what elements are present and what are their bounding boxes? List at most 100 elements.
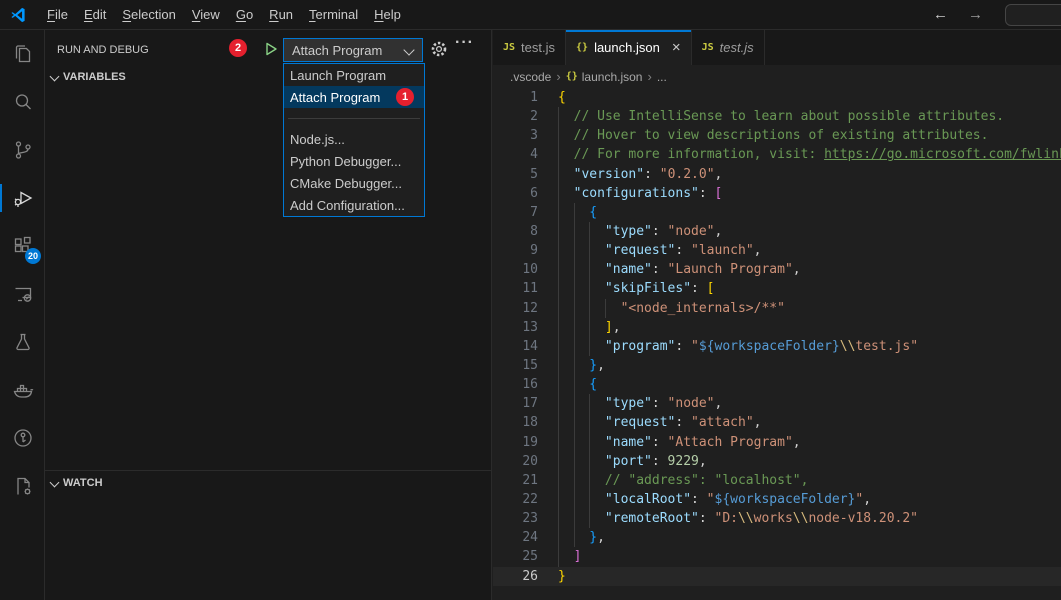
- close-icon[interactable]: ×: [672, 40, 681, 55]
- code-line[interactable]: 19 "name": "Attach Program",: [493, 433, 1061, 452]
- sidebar-item-run-and-debug[interactable]: [0, 174, 45, 222]
- code-line[interactable]: 13 ],: [493, 318, 1061, 337]
- code-line[interactable]: 16 {: [493, 375, 1061, 394]
- menu-edit[interactable]: Edit: [76, 4, 114, 25]
- line-number[interactable]: 15: [493, 356, 538, 375]
- sidebar-item-extensions[interactable]: 20: [0, 222, 45, 270]
- watch-section-header[interactable]: WATCH: [49, 477, 103, 489]
- sidebar-item-gitlens[interactable]: [0, 414, 45, 462]
- line-number[interactable]: 9: [493, 241, 538, 260]
- menu-go[interactable]: Go: [228, 4, 261, 25]
- menu-file[interactable]: File: [39, 4, 76, 25]
- code-text: "remoteRoot": "D:\\works\\node-v18.20.2": [558, 509, 918, 528]
- code-line[interactable]: 7 {: [493, 203, 1061, 222]
- dropdown-item[interactable]: Add Configuration...: [284, 194, 424, 216]
- line-number[interactable]: 11: [493, 279, 538, 298]
- code-line[interactable]: 9 "request": "launch",: [493, 241, 1061, 260]
- debug-configuration-select[interactable]: Attach Program: [283, 38, 423, 62]
- line-number[interactable]: 21: [493, 471, 538, 490]
- tab-test.js[interactable]: JStest.js: [493, 30, 566, 65]
- sidebar-item-project-tools[interactable]: [0, 462, 45, 510]
- breadcrumb-item[interactable]: .vscode: [510, 70, 551, 84]
- sidebar-item-source-control[interactable]: [0, 126, 45, 174]
- code-line[interactable]: 17 "type": "node",: [493, 394, 1061, 413]
- code-line[interactable]: 26}: [493, 567, 1061, 586]
- sidebar-item-docker[interactable]: [0, 366, 45, 414]
- line-number[interactable]: 19: [493, 433, 538, 452]
- line-number[interactable]: 18: [493, 413, 538, 432]
- code-line[interactable]: 24 },: [493, 528, 1061, 547]
- line-number[interactable]: 5: [493, 165, 538, 184]
- code-line[interactable]: 11 "skipFiles": [: [493, 279, 1061, 298]
- indent-guide: [589, 452, 605, 471]
- code-line[interactable]: 15 },: [493, 356, 1061, 375]
- dropdown-item[interactable]: CMake Debugger...: [284, 172, 424, 194]
- line-number[interactable]: 14: [493, 337, 538, 356]
- code-line[interactable]: 20 "port": 9229,: [493, 452, 1061, 471]
- line-number[interactable]: 13: [493, 318, 538, 337]
- line-number[interactable]: 7: [493, 203, 538, 222]
- code-line[interactable]: 21 // "address": "localhost",: [493, 471, 1061, 490]
- line-number[interactable]: 6: [493, 184, 538, 203]
- start-debugging-button[interactable]: [261, 39, 281, 59]
- navigate-back-icon[interactable]: ←: [923, 6, 958, 23]
- line-number[interactable]: 3: [493, 126, 538, 145]
- code-line[interactable]: 14 "program": "${workspaceFolder}\\test.…: [493, 337, 1061, 356]
- command-center-search[interactable]: [1005, 4, 1061, 26]
- dropdown-item[interactable]: Launch Program: [284, 64, 424, 86]
- line-number[interactable]: 22: [493, 490, 538, 509]
- search-icon: [11, 90, 35, 114]
- dropdown-item[interactable]: Node.js...: [284, 128, 424, 150]
- code-line[interactable]: 6 "configurations": [: [493, 184, 1061, 203]
- code-line[interactable]: 23 "remoteRoot": "D:\\works\\node-v18.20…: [493, 509, 1061, 528]
- menu-selection[interactable]: Selection: [114, 4, 183, 25]
- code-line[interactable]: 5 "version": "0.2.0",: [493, 165, 1061, 184]
- line-number[interactable]: 17: [493, 394, 538, 413]
- code-line[interactable]: 2 // Use IntelliSense to learn about pos…: [493, 107, 1061, 126]
- dropdown-item[interactable]: Attach Program1: [284, 86, 424, 108]
- menu-view[interactable]: View: [184, 4, 228, 25]
- docker-whale-icon: [11, 378, 35, 402]
- line-number[interactable]: 2: [493, 107, 538, 126]
- views-and-more-actions-button[interactable]: ···: [455, 34, 474, 52]
- code-editor[interactable]: 1{2 // Use IntelliSense to learn about p…: [493, 88, 1061, 600]
- code-line[interactable]: 22 "localRoot": "${workspaceFolder}",: [493, 490, 1061, 509]
- code-line[interactable]: 3 // Hover to view descriptions of exist…: [493, 126, 1061, 145]
- line-number[interactable]: 16: [493, 375, 538, 394]
- sidebar-item-search[interactable]: [0, 78, 45, 126]
- tab-launch.json[interactable]: {}launch.json×: [566, 30, 692, 65]
- line-number[interactable]: 1: [493, 88, 538, 107]
- code-line[interactable]: 25 ]: [493, 547, 1061, 566]
- line-number[interactable]: 8: [493, 222, 538, 241]
- code-line[interactable]: 1{: [493, 88, 1061, 107]
- line-number[interactable]: 25: [493, 547, 538, 566]
- sidebar-item-explorer[interactable]: [0, 30, 45, 78]
- code-line[interactable]: 4 // For more information, visit: https:…: [493, 145, 1061, 164]
- code-line[interactable]: 18 "request": "attach",: [493, 413, 1061, 432]
- line-number[interactable]: 12: [493, 299, 538, 318]
- open-launch-json-button[interactable]: [428, 38, 450, 60]
- line-number[interactable]: 20: [493, 452, 538, 471]
- variables-section-header[interactable]: VARIABLES: [49, 71, 126, 83]
- tab-test.js[interactable]: JStest.js: [692, 30, 765, 65]
- sidebar-item-remote-explorer[interactable]: [0, 270, 45, 318]
- indent-guide: [589, 413, 605, 432]
- indent-guide: [574, 528, 590, 547]
- breadcrumb-item[interactable]: {}launch.json: [566, 70, 643, 84]
- code-line[interactable]: 8 "type": "node",: [493, 222, 1061, 241]
- code-line[interactable]: 10 "name": "Launch Program",: [493, 260, 1061, 279]
- line-number[interactable]: 4: [493, 145, 538, 164]
- line-number[interactable]: 24: [493, 528, 538, 547]
- code-line[interactable]: 12 "<node_internals>/**": [493, 299, 1061, 318]
- line-number[interactable]: 23: [493, 509, 538, 528]
- menu-help[interactable]: Help: [366, 4, 409, 25]
- indent-guide: [558, 165, 574, 184]
- line-number[interactable]: 26: [493, 567, 538, 586]
- menu-run[interactable]: Run: [261, 4, 301, 25]
- breadcrumb-item[interactable]: ...: [657, 70, 667, 84]
- navigate-forward-icon[interactable]: →: [958, 6, 993, 23]
- menu-terminal[interactable]: Terminal: [301, 4, 366, 25]
- line-number[interactable]: 10: [493, 260, 538, 279]
- sidebar-item-testing[interactable]: [0, 318, 45, 366]
- dropdown-item[interactable]: Python Debugger...: [284, 150, 424, 172]
